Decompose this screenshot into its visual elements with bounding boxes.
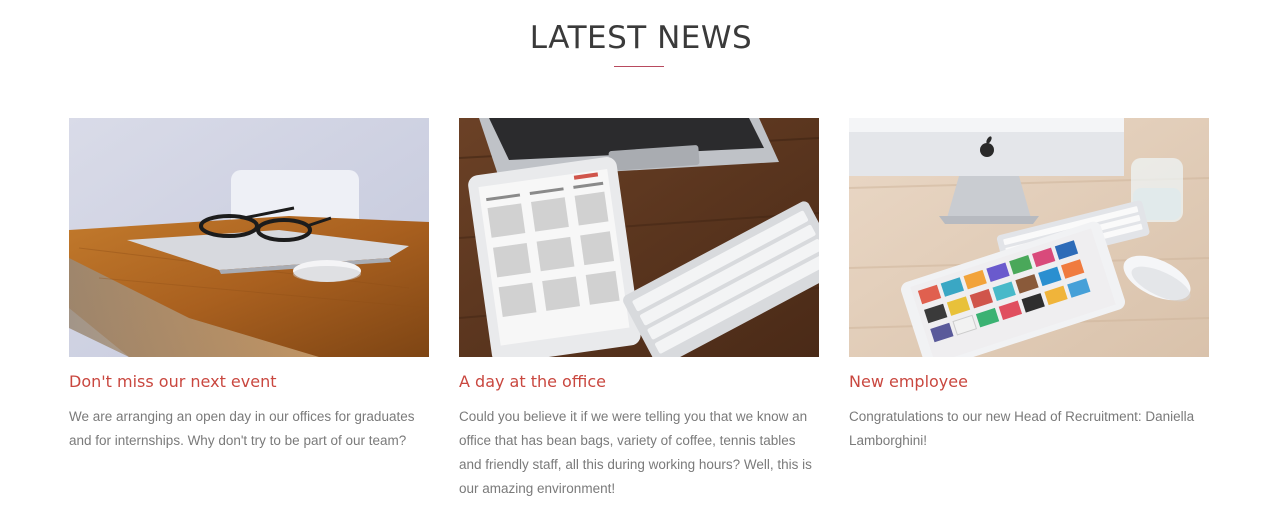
news-card-excerpt: We are arranging an open day in our offi… (69, 409, 415, 448)
news-card-excerpt: Could you believe it if we were telling … (459, 409, 812, 496)
news-card-title[interactable]: A day at the office (459, 372, 819, 391)
section-heading: LATEST NEWS (529, 20, 753, 56)
news-card: New employee Congratulations to our new … (849, 118, 1209, 453)
news-card-excerpt: Congratulations to our new Head of Recru… (849, 409, 1195, 448)
news-card-image-link[interactable] (849, 118, 1209, 357)
latest-news-section: LATEST NEWS Don't miss our next event We… (0, 0, 1282, 521)
news-card-title[interactable]: Don't miss our next event (69, 372, 429, 391)
heading-divider (614, 66, 664, 67)
news-card: A day at the office Could you believe it… (459, 118, 819, 501)
news-card-image-link[interactable] (69, 118, 429, 357)
laptop-glasses-desk-photo (69, 118, 429, 357)
imac-ipad-desk-photo (849, 118, 1209, 357)
news-card: Don't miss our next event We are arrangi… (69, 118, 429, 453)
tablet-keyboard-desk-photo (459, 118, 819, 357)
news-card-title[interactable]: New employee (849, 372, 1209, 391)
news-card-image-link[interactable] (459, 118, 819, 357)
